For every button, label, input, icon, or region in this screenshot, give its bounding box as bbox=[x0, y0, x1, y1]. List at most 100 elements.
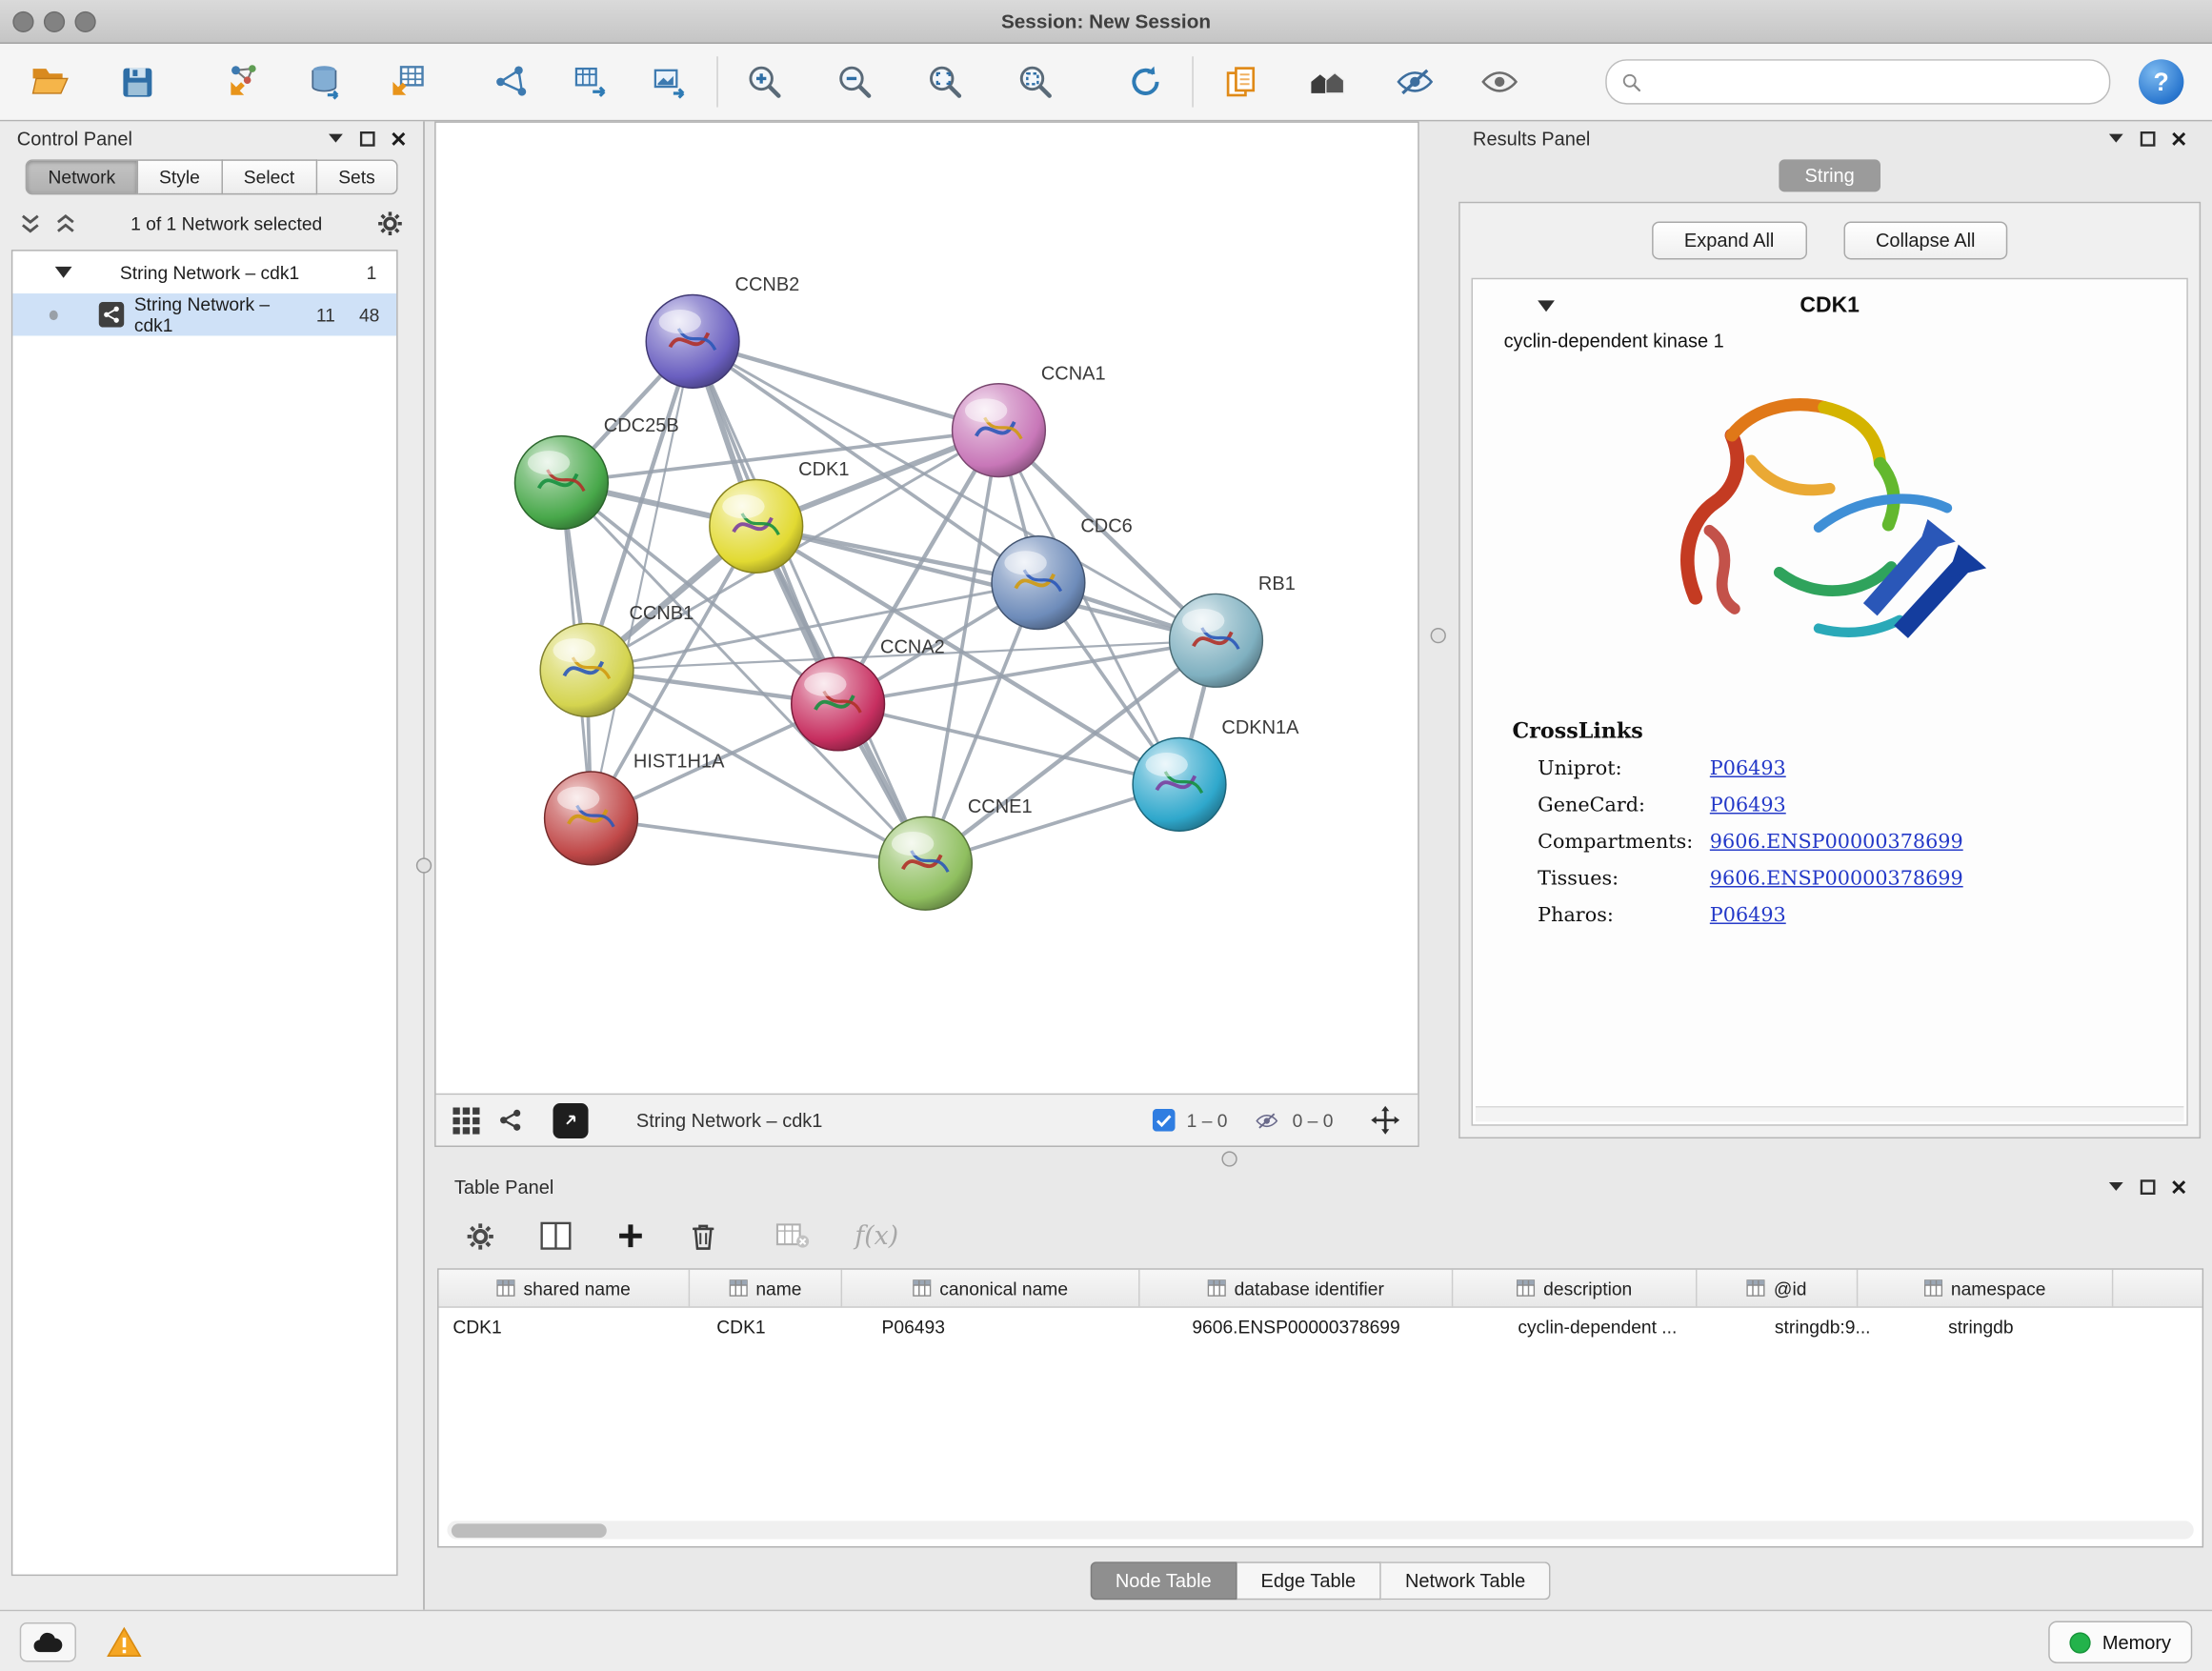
section-expander-icon[interactable] bbox=[1538, 300, 1555, 312]
network-node-cdkn1a[interactable] bbox=[1133, 737, 1226, 831]
zoom-fit-button[interactable] bbox=[910, 50, 980, 112]
column-header-id[interactable]: @id bbox=[1697, 1270, 1858, 1307]
collection-expander-icon[interactable] bbox=[55, 267, 72, 278]
collapse-all-icon[interactable] bbox=[20, 212, 41, 233]
collapse-panel-icon[interactable] bbox=[2107, 132, 2124, 144]
column-header-shared-name[interactable]: shared name bbox=[439, 1270, 691, 1307]
zoom-in-button[interactable] bbox=[730, 50, 800, 112]
table-settings-button[interactable] bbox=[466, 1221, 495, 1251]
hidden-eye-icon[interactable] bbox=[1253, 1108, 1281, 1132]
duplicate-network-button[interactable] bbox=[1205, 50, 1276, 112]
delete-column-button[interactable] bbox=[690, 1221, 716, 1251]
network-node-rb1[interactable] bbox=[1170, 594, 1263, 687]
crosslink-genecard[interactable]: P06493 bbox=[1710, 795, 1786, 817]
float-panel-icon[interactable] bbox=[360, 131, 375, 146]
search-input[interactable] bbox=[1651, 70, 2095, 93]
network-edge-hist1h1a-ccne1[interactable] bbox=[591, 818, 925, 863]
collapse-panel-icon[interactable] bbox=[328, 132, 345, 144]
table-row[interactable]: CDK1CDK1P064939606.ENSP00000378699cyclin… bbox=[439, 1308, 2202, 1346]
column-header-database-identifier[interactable]: database identifier bbox=[1140, 1270, 1454, 1307]
export-image-button[interactable] bbox=[634, 50, 705, 112]
scrollbar-thumb[interactable] bbox=[452, 1523, 607, 1538]
delete-table-button[interactable] bbox=[775, 1223, 810, 1249]
memory-button[interactable]: Memory bbox=[2049, 1621, 2193, 1663]
control-panel: Control Panel NetworkStyleSelectSets 1 o… bbox=[0, 121, 425, 1610]
float-panel-icon[interactable] bbox=[2140, 1178, 2155, 1194]
show-hidden-button[interactable] bbox=[1464, 50, 1535, 112]
network-edge-ccna2-cdkn1a[interactable] bbox=[838, 704, 1179, 784]
node-label-cdc6: CDC6 bbox=[1080, 515, 1132, 536]
network-edge-ccnb2-hist1h1a[interactable] bbox=[591, 341, 693, 818]
crosslink-pharos[interactable]: P06493 bbox=[1710, 904, 1786, 927]
tab-select[interactable]: Select bbox=[223, 159, 317, 194]
close-panel-icon[interactable] bbox=[391, 131, 406, 146]
network-edge-ccnb2-ccna1[interactable] bbox=[693, 341, 998, 430]
table-horizontal-scrollbar[interactable] bbox=[447, 1520, 2193, 1539]
network-edge-ccnb2-ccne1[interactable] bbox=[693, 341, 925, 863]
network-overview-button[interactable] bbox=[496, 1106, 525, 1135]
column-header-name[interactable]: name bbox=[690, 1270, 842, 1307]
network-row-selected[interactable]: String Network – cdk1 11 48 bbox=[12, 293, 396, 335]
crosslink-tissues[interactable]: 9606.ENSP00000378699 bbox=[1710, 868, 1963, 891]
network-node-ccna1[interactable] bbox=[953, 384, 1046, 477]
tab-node-table[interactable]: Node Table bbox=[1090, 1561, 1237, 1600]
network-canvas[interactable]: CCNB2CCNA1CDC25BCDK1CDC6RB1CCNB1CCNA2CDK… bbox=[436, 123, 1418, 1094]
grid-view-button[interactable] bbox=[452, 1107, 479, 1134]
network-node-ccnb2[interactable] bbox=[646, 295, 739, 389]
import-network-from-database-button[interactable] bbox=[291, 50, 361, 112]
crosslink-uniprot[interactable]: P06493 bbox=[1710, 757, 1786, 780]
collapse-all-button[interactable]: Collapse All bbox=[1843, 221, 2008, 259]
network-node-ccne1[interactable] bbox=[879, 816, 973, 910]
import-network-from-file-button[interactable] bbox=[209, 50, 279, 112]
open-session-button[interactable] bbox=[14, 50, 85, 112]
hide-selected-button[interactable] bbox=[1379, 50, 1450, 112]
create-column-button[interactable] bbox=[616, 1221, 645, 1250]
network-node-cdk1[interactable] bbox=[710, 479, 803, 573]
network-node-hist1h1a[interactable] bbox=[545, 772, 638, 865]
save-session-button[interactable] bbox=[102, 50, 172, 112]
export-table-button[interactable] bbox=[555, 50, 626, 112]
show-columns-button[interactable] bbox=[540, 1221, 572, 1250]
column-header-description[interactable]: description bbox=[1453, 1270, 1697, 1307]
selected-checkbox-icon[interactable] bbox=[1153, 1109, 1176, 1132]
new-network-button[interactable] bbox=[477, 50, 548, 112]
cloud-button[interactable] bbox=[20, 1623, 76, 1662]
table-tabs: Node TableEdge TableNetwork Table bbox=[437, 1561, 2203, 1600]
network-node-cdc6[interactable] bbox=[992, 536, 1085, 630]
tab-network[interactable]: Network bbox=[26, 159, 138, 194]
results-scrollbar[interactable] bbox=[1476, 1106, 2183, 1121]
open-in-new-window-button[interactable] bbox=[553, 1102, 588, 1137]
network-node-ccna2[interactable] bbox=[792, 657, 885, 751]
import-table-from-file-button[interactable] bbox=[372, 50, 443, 112]
tab-edge-table[interactable]: Edge Table bbox=[1237, 1561, 1381, 1600]
network-collection-row[interactable]: String Network – cdk1 1 bbox=[12, 252, 396, 293]
zoom-out-button[interactable] bbox=[819, 50, 890, 112]
fit-content-crosshair-icon[interactable] bbox=[1370, 1105, 1401, 1137]
home-view-button[interactable] bbox=[1292, 50, 1362, 112]
tab-style[interactable]: Style bbox=[138, 159, 223, 194]
column-header-namespace[interactable]: namespace bbox=[1858, 1270, 2113, 1307]
network-node-ccnb1[interactable] bbox=[540, 624, 633, 717]
refresh-view-button[interactable] bbox=[1110, 50, 1180, 112]
horizontal-splitter[interactable] bbox=[434, 1147, 2212, 1170]
collapse-panel-icon[interactable] bbox=[2107, 1180, 2124, 1192]
function-builder-button[interactable]: f(x) bbox=[855, 1221, 898, 1251]
warnings-button[interactable] bbox=[96, 1623, 152, 1662]
expand-all-icon[interactable] bbox=[55, 212, 76, 233]
tab-network-table[interactable]: Network Table bbox=[1381, 1561, 1551, 1600]
expand-all-button[interactable]: Expand All bbox=[1652, 221, 1807, 259]
tab-string[interactable]: String bbox=[1780, 159, 1880, 191]
close-panel-icon[interactable] bbox=[2171, 131, 2186, 146]
float-panel-icon[interactable] bbox=[2140, 131, 2155, 146]
zoom-selected-button[interactable] bbox=[1000, 50, 1071, 112]
tab-sets[interactable]: Sets bbox=[317, 159, 397, 194]
gear-icon[interactable] bbox=[376, 210, 403, 236]
column-header-canonical-name[interactable]: canonical name bbox=[842, 1270, 1139, 1307]
close-panel-icon[interactable] bbox=[2171, 1178, 2186, 1194]
help-button[interactable]: ? bbox=[2139, 59, 2183, 104]
vertical-splitter[interactable] bbox=[1419, 121, 1457, 1147]
crosslink-compartments[interactable]: 9606.ENSP00000378699 bbox=[1710, 831, 1963, 854]
network-node-cdc25b[interactable] bbox=[515, 436, 609, 530]
panel-splitter-handle[interactable] bbox=[416, 857, 432, 873]
gene-name: CDK1 bbox=[1493, 293, 2167, 319]
